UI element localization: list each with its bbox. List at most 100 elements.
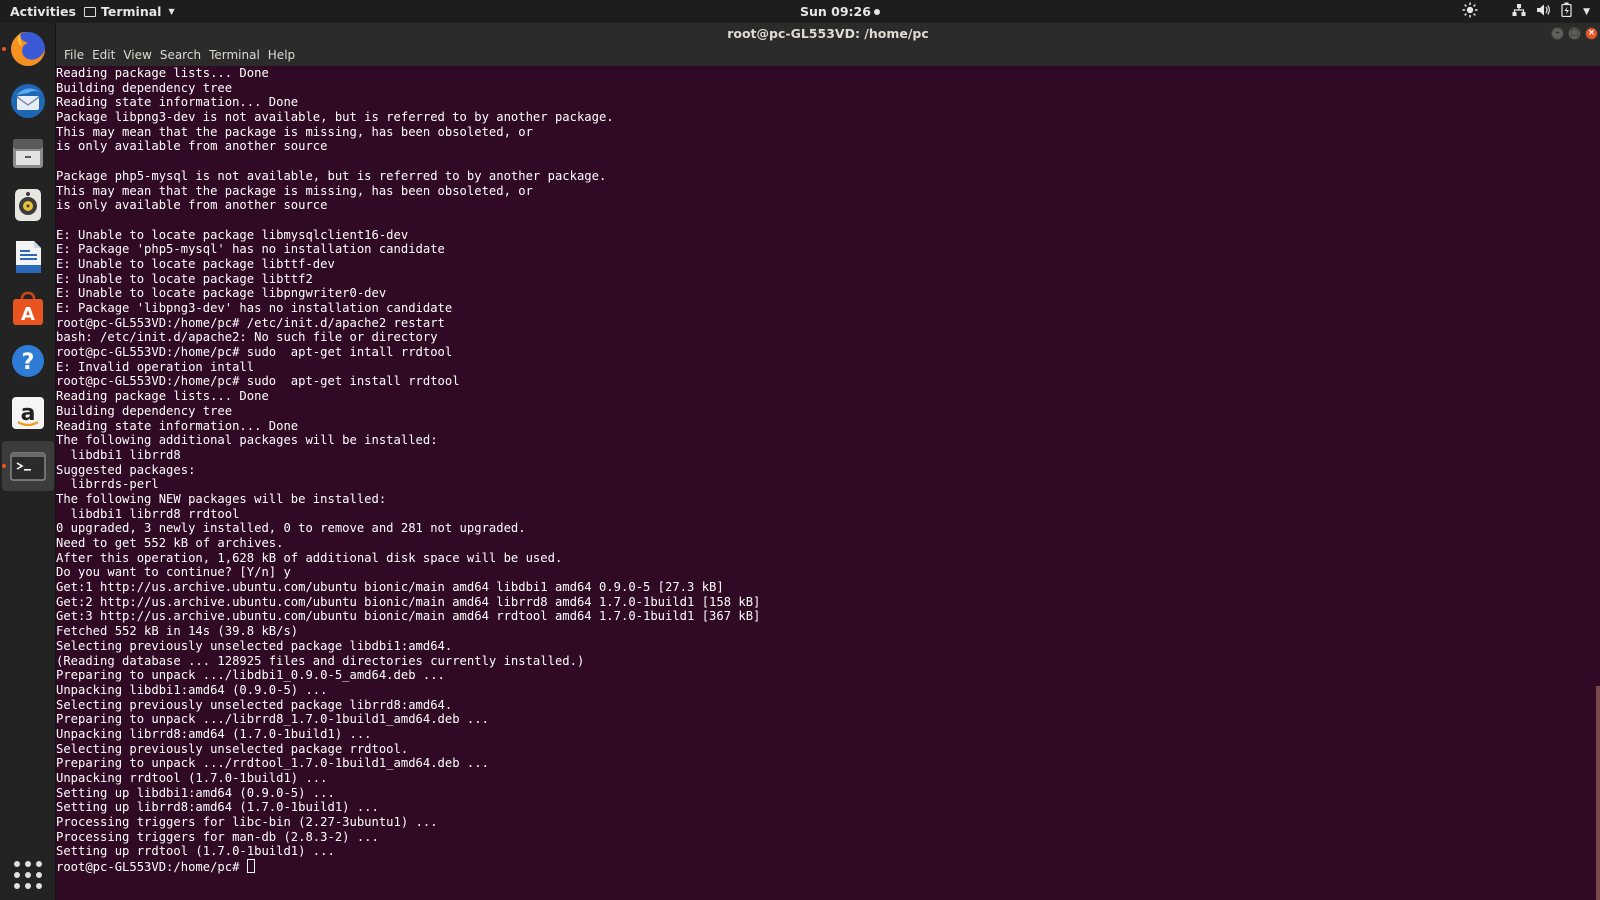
terminal-line: Preparing to unpack .../libdbi1_0.9.0-5_… bbox=[56, 668, 445, 683]
notification-dot-icon bbox=[873, 9, 880, 15]
terminal-line: root@pc-GL553VD:/home/pc# /etc/init.d/ap… bbox=[56, 315, 445, 330]
terminal-line: Suggested packages: bbox=[56, 462, 196, 477]
volume-icon[interactable] bbox=[1536, 3, 1551, 21]
close-icon[interactable]: × bbox=[1585, 27, 1598, 40]
terminal-line: is only available from another source bbox=[56, 198, 328, 213]
terminal-line: Selecting previously unselected package … bbox=[56, 697, 453, 712]
terminal-line: This may mean that the package is missin… bbox=[56, 183, 533, 198]
terminal-line: Selecting previously unselected package … bbox=[56, 638, 453, 653]
terminal-line: librrds-perl bbox=[56, 477, 159, 492]
firefox-icon[interactable] bbox=[8, 29, 48, 69]
brightness-icon[interactable] bbox=[1462, 2, 1478, 22]
terminal-line: Setting up librrd8:amd64 (1.7.0-1build1)… bbox=[56, 800, 379, 815]
terminal-line: This may mean that the package is missin… bbox=[56, 124, 533, 139]
terminal-line: Package php5-mysql is not available, but… bbox=[56, 168, 607, 183]
window-controls: – □ × bbox=[1551, 27, 1598, 40]
terminal-line: Do you want to continue? [Y/n] y bbox=[56, 565, 291, 580]
running-indicator bbox=[2, 47, 6, 51]
terminal-line: Unpacking rrdtool (1.7.0-1build1) ... bbox=[56, 771, 328, 785]
terminal-line: Building dependency tree bbox=[56, 403, 233, 418]
minimize-icon[interactable]: – bbox=[1551, 27, 1564, 40]
menu-help[interactable]: Help bbox=[264, 45, 299, 66]
terminal-line: E: Package 'libpng3-dev' has no installa… bbox=[56, 301, 453, 315]
terminal-line: Setting up libdbi1:amd64 (0.9.0-5) ... bbox=[56, 785, 335, 800]
top-bar: Activities Terminal ▼ Sun 09:26 ▼ bbox=[0, 0, 1600, 23]
svg-text:a: a bbox=[21, 401, 36, 426]
terminal-mini-icon bbox=[84, 6, 96, 17]
clock-label: Sun 09:26 bbox=[800, 4, 871, 19]
terminal-line: Reading package lists... Done bbox=[56, 389, 269, 404]
terminal-line: The following NEW packages will be insta… bbox=[56, 491, 387, 506]
show-applications-icon[interactable] bbox=[14, 861, 42, 889]
amazon-icon[interactable]: a bbox=[8, 393, 48, 433]
terminal-line: Get:1 http://us.archive.ubuntu.com/ubunt… bbox=[56, 580, 724, 595]
network-icon[interactable] bbox=[1512, 3, 1526, 21]
terminal-line: Setting up rrdtool (1.7.0-1build1) ... bbox=[56, 844, 335, 859]
terminal-line: Get:3 http://us.archive.ubuntu.com/ubunt… bbox=[56, 609, 761, 624]
terminal-line: Need to get 552 kB of archives. bbox=[56, 536, 284, 550]
window-title: root@pc-GL553VD: /home/pc bbox=[727, 26, 929, 41]
chevron-down-icon: ▼ bbox=[168, 7, 175, 16]
terminal-line: E: Unable to locate package libttf2 bbox=[56, 271, 313, 286]
menu-terminal[interactable]: Terminal bbox=[205, 45, 264, 66]
terminal-line: libdbi1 librrd8 rrdtool bbox=[56, 506, 240, 521]
maximize-icon[interactable]: □ bbox=[1568, 27, 1581, 40]
terminal-line: libdbi1 librrd8 bbox=[56, 447, 181, 462]
terminal-line: root@pc-GL553VD:/home/pc# sudo apt-get i… bbox=[56, 345, 453, 360]
menu-search[interactable]: Search bbox=[156, 45, 205, 66]
thunderbird-icon[interactable] bbox=[8, 81, 48, 121]
terminal-line: Reading state information... Done bbox=[56, 418, 299, 433]
help-icon[interactable]: ? bbox=[8, 341, 48, 381]
terminal-line: Building dependency tree bbox=[56, 80, 233, 95]
terminal-line: Processing triggers for man-db (2.8.3-2)… bbox=[56, 829, 379, 844]
terminal-line: After this operation, 1,628 kB of additi… bbox=[56, 550, 563, 565]
terminal-line: E: Package 'php5-mysql' has no installat… bbox=[56, 242, 445, 257]
menu-file[interactable]: File bbox=[60, 45, 88, 66]
terminal-line: Preparing to unpack .../rrdtool_1.7.0-1b… bbox=[56, 756, 489, 771]
app-menu-label: Terminal bbox=[101, 4, 162, 19]
system-tray[interactable]: ▼ bbox=[1462, 2, 1590, 21]
terminal-line: E: Unable to locate package libpngwriter… bbox=[56, 286, 387, 301]
terminal-line: Reading state information... Done bbox=[56, 95, 299, 110]
terminal-line: The following additional packages will b… bbox=[56, 433, 438, 448]
dock: A ? a bbox=[0, 23, 56, 900]
libreoffice-writer-icon[interactable] bbox=[8, 237, 48, 277]
activities-button[interactable]: Activities bbox=[10, 4, 76, 19]
svg-text:?: ? bbox=[22, 350, 35, 375]
battery-icon[interactable] bbox=[1561, 2, 1573, 21]
terminal-line: Selecting previously unselected package … bbox=[56, 741, 409, 756]
terminal-icon[interactable] bbox=[8, 446, 48, 486]
app-menu[interactable]: Terminal ▼ bbox=[84, 4, 175, 19]
running-indicator bbox=[2, 464, 6, 468]
menu-edit[interactable]: Edit bbox=[88, 45, 119, 66]
terminal-line: bash: /etc/init.d/apache2: No such file … bbox=[56, 330, 438, 345]
terminal-line: Unpacking libdbi1:amd64 (0.9.0-5) ... bbox=[56, 682, 328, 697]
terminal-line: Package libpng3-dev is not available, bu… bbox=[56, 110, 614, 125]
terminal-line: Fetched 552 kB in 14s (39.8 kB/s) bbox=[56, 624, 299, 639]
terminal-line: Processing triggers for libc-bin (2.27-3… bbox=[56, 815, 438, 830]
ubuntu-software-icon[interactable]: A bbox=[8, 289, 48, 329]
rhythmbox-icon[interactable] bbox=[8, 185, 48, 225]
files-icon[interactable] bbox=[8, 133, 48, 173]
terminal-line: E: Invalid operation intall bbox=[56, 359, 255, 374]
terminal-line: (Reading database ... 128925 files and d… bbox=[56, 653, 585, 668]
terminal-output-area[interactable]: Reading package lists... Done Building de… bbox=[56, 66, 1600, 900]
terminal-line: Preparing to unpack .../librrd8_1.7.0-1b… bbox=[56, 712, 489, 727]
terminal-prompt: root@pc-GL553VD:/home/pc# bbox=[56, 860, 247, 875]
terminal-prompt-line[interactable]: root@pc-GL553VD:/home/pc# bbox=[56, 859, 760, 874]
terminal-line: E: Unable to locate package libmysqlclie… bbox=[56, 227, 409, 242]
terminal-line: 0 upgraded, 3 newly installed, 0 to remo… bbox=[56, 521, 526, 536]
terminal-line: Reading package lists... Done bbox=[56, 66, 269, 80]
window-titlebar[interactable]: root@pc-GL553VD: /home/pc – □ × bbox=[56, 23, 1600, 45]
terminal-line: root@pc-GL553VD:/home/pc# sudo apt-get i… bbox=[56, 374, 460, 389]
menu-view[interactable]: View bbox=[119, 45, 155, 66]
scrollbar[interactable] bbox=[1596, 686, 1600, 900]
terminal-line: Get:2 http://us.archive.ubuntu.com/ubunt… bbox=[56, 594, 761, 609]
system-menu-chevron-icon[interactable]: ▼ bbox=[1583, 7, 1590, 17]
terminal-text: Reading package lists... Done Building de… bbox=[56, 66, 760, 874]
clock[interactable]: Sun 09:26 bbox=[800, 4, 880, 19]
menu-bar: File Edit View Search Terminal Help bbox=[56, 45, 1600, 66]
svg-text:A: A bbox=[21, 304, 35, 325]
